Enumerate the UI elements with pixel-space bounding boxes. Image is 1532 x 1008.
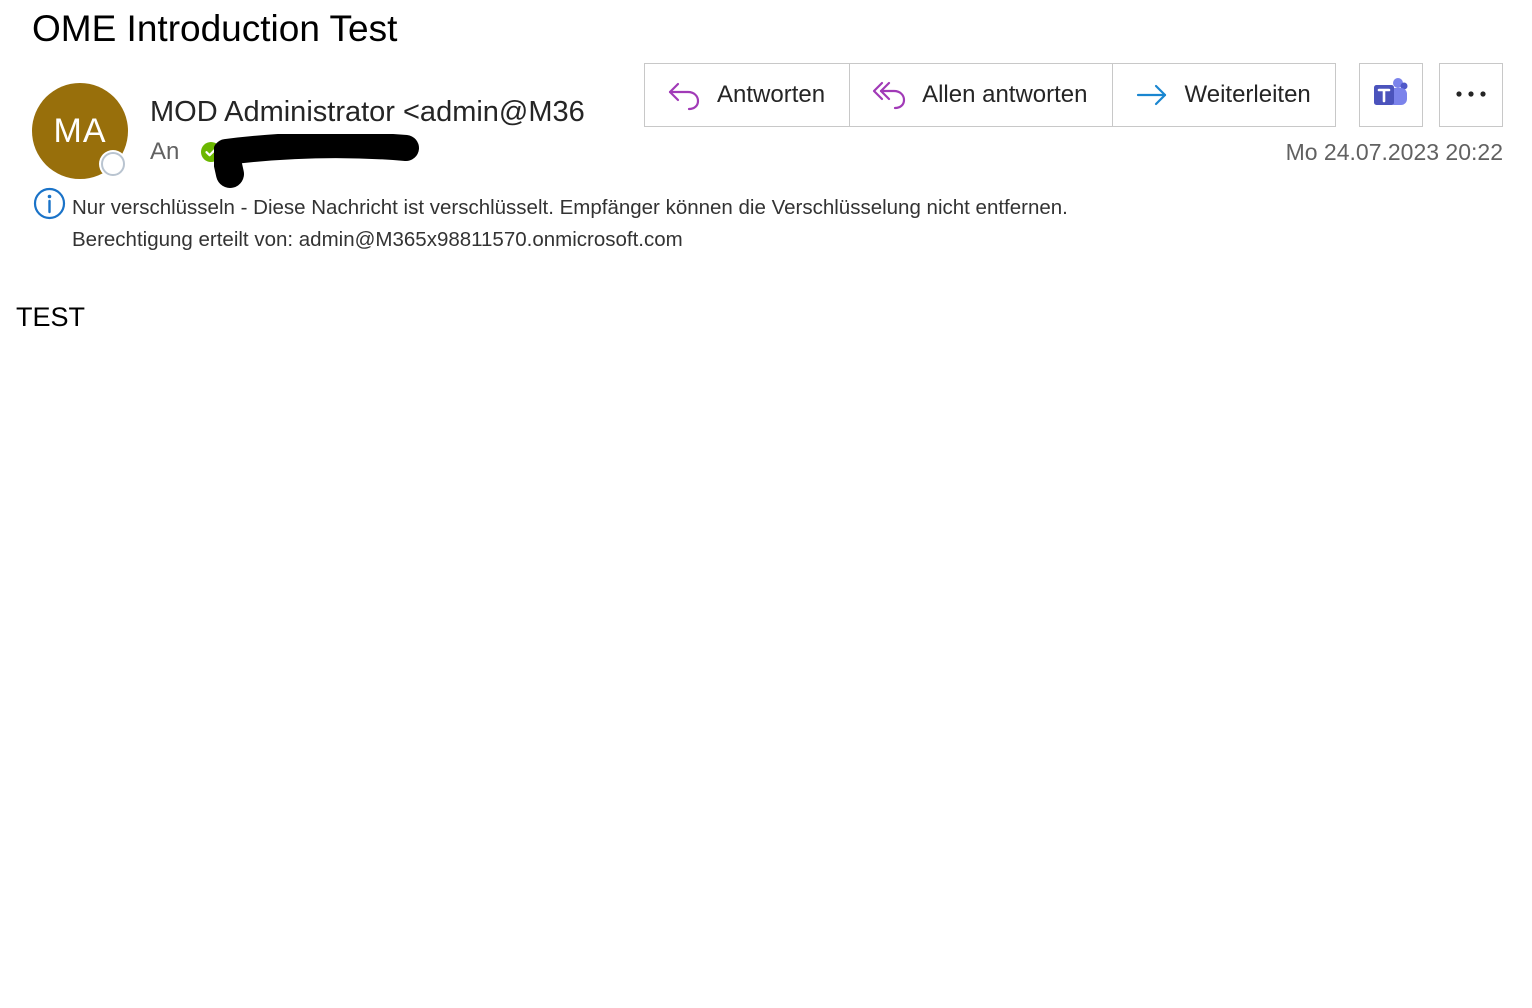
avatar-initials: MA <box>53 111 107 150</box>
encryption-info-line: Nur verschlüsseln - Diese Nachricht ist … <box>72 196 1068 219</box>
more-actions-button[interactable] <box>1439 63 1503 127</box>
encryption-info: Nur verschlüsseln - Diese Nachricht ist … <box>72 192 1068 256</box>
info-icon <box>33 187 66 220</box>
permission-granted-line: Berechtigung erteilt von: admin@M365x988… <box>72 228 683 251</box>
sender-name[interactable]: MOD Administrator <admin@M365x98811570.o… <box>150 93 586 131</box>
recipient-row: An <box>150 137 222 167</box>
reply-all-label: Allen antworten <box>922 81 1088 108</box>
reply-all-icon <box>872 78 906 112</box>
reply-button[interactable]: Antworten <box>645 64 849 126</box>
more-icon <box>1454 86 1488 104</box>
to-label: An <box>150 138 180 165</box>
message-body: TEST <box>16 302 86 332</box>
forward-icon <box>1135 78 1169 112</box>
message-actions-toolbar: Antworten Allen antworten Weiterleiten <box>644 63 1336 127</box>
reply-label: Antworten <box>717 81 826 108</box>
recipient-redaction-mark <box>214 134 419 188</box>
reply-all-button[interactable]: Allen antworten <box>849 64 1111 126</box>
reading-pane: OME Introduction Test MA MOD Administrat… <box>0 0 1532 1008</box>
reply-icon <box>667 78 701 112</box>
forward-button[interactable]: Weiterleiten <box>1111 64 1335 126</box>
share-to-teams-button[interactable] <box>1359 63 1423 127</box>
teams-icon <box>1373 76 1409 115</box>
presence-status-icon <box>101 152 125 176</box>
received-date: Mo 24.07.2023 20:22 <box>1285 139 1503 165</box>
forward-label: Weiterleiten <box>1184 81 1311 108</box>
email-subject: OME Introduction Test <box>32 8 398 49</box>
